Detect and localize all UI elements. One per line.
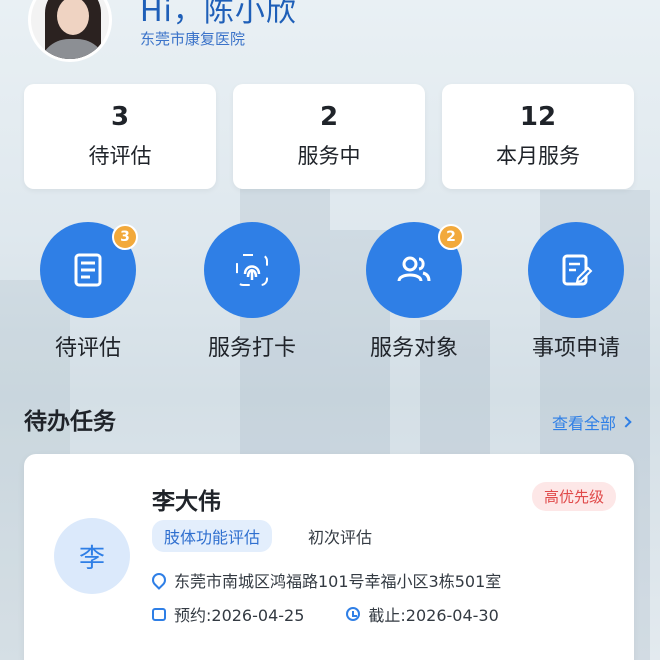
stat-value: 3	[110, 102, 130, 132]
hospital-name: 东莞市康复医院	[140, 30, 246, 48]
assessment-type: 初次评估	[308, 528, 373, 547]
view-all-label: 查看全部	[551, 414, 616, 433]
stat-card-in-service[interactable]: 2 服务中	[233, 84, 425, 189]
clock-icon	[346, 607, 361, 621]
stat-card-monthly-service[interactable]: 12 本月服务	[442, 84, 634, 189]
action-item-application[interactable]: 事项申请	[506, 222, 646, 362]
assessment-tag: 肢体功能评估	[152, 520, 273, 552]
task-address: 东莞市南城区鸿福路101号幸福小区3栋501室	[174, 572, 502, 591]
stat-value: 12	[519, 102, 557, 132]
action-service-recipients[interactable]: 2 服务对象	[344, 222, 484, 362]
action-service-checkin[interactable]: 服务打卡	[182, 222, 322, 362]
action-pending-assessment[interactable]: 3 待评估	[18, 222, 158, 362]
view-all-link[interactable]: 查看全部	[551, 410, 632, 434]
document-icon	[74, 253, 102, 287]
task-address-row: 东莞市南城区鸿福路101号幸福小区3栋501室	[149, 568, 502, 592]
notification-badge: 2	[438, 224, 464, 250]
action-label: 待评估	[54, 336, 121, 361]
calendar-icon	[152, 607, 166, 621]
stat-card-pending-assessment[interactable]: 3 待评估	[24, 84, 216, 189]
greeting-text: Hi，陈小欣	[140, 0, 297, 29]
fingerprint-icon	[236, 254, 268, 286]
section-title-pending-tasks: 待办任务	[24, 409, 116, 435]
stat-label: 待评估	[88, 144, 152, 168]
location-pin-icon	[149, 570, 169, 590]
task-card[interactable]: 李 李大伟 高优先级 肢体功能评估 初次评估 东莞市南城区鸿福路101号幸福小区…	[24, 454, 634, 660]
deadline-date: 截止:2026-04-30	[368, 606, 499, 625]
task-patient-name: 李大伟	[152, 489, 221, 515]
action-label: 服务对象	[369, 336, 458, 361]
action-label: 事项申请	[531, 336, 620, 361]
users-icon	[397, 256, 431, 282]
stat-label: 本月服务	[496, 144, 580, 168]
chevron-right-icon	[620, 416, 632, 428]
stat-label: 服务中	[297, 144, 361, 168]
user-avatar[interactable]	[28, 0, 112, 62]
form-edit-icon	[562, 254, 593, 286]
stat-value: 2	[319, 102, 339, 132]
action-label: 服务打卡	[207, 336, 296, 361]
appointment-date: 预约:2026-04-25	[174, 606, 305, 625]
task-avatar: 李	[54, 518, 130, 594]
notification-badge: 3	[112, 224, 138, 250]
priority-badge: 高优先级	[531, 482, 616, 511]
task-dates-row: 预约:2026-04-25 截止:2026-04-30	[152, 602, 499, 626]
